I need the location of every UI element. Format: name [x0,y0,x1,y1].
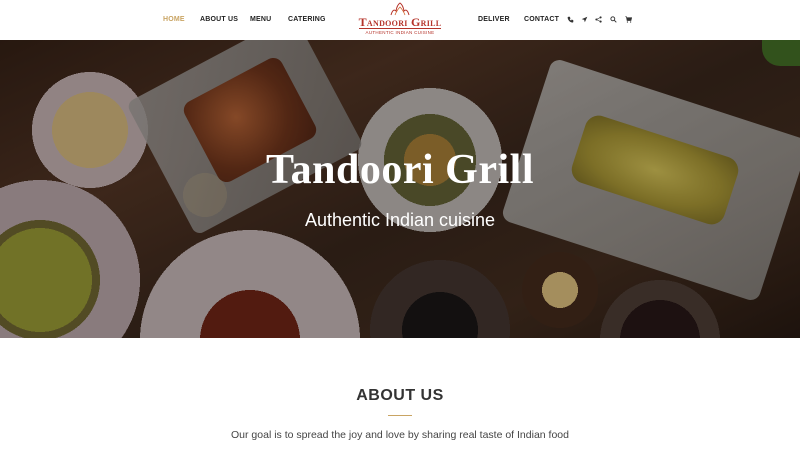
about-divider [388,415,412,416]
nav-catering[interactable]: CATERING [288,16,326,23]
site-header: HOME ABOUT US MENU CATERING Tandoori Gri… [0,0,800,40]
share-icon[interactable] [594,15,603,24]
flame-icon [390,2,410,16]
nav-menu[interactable]: MENU [250,16,271,23]
hero-title: Tandoori Grill [265,147,534,193]
hero-banner: Tandoori Grill Authentic Indian cuisine [0,40,800,338]
nav-deliver[interactable]: DELIVER [478,16,510,23]
site-logo[interactable]: Tandoori Grill AUTHENTIC INDIAN CUISINE [355,2,445,38]
phone-icon[interactable] [566,15,575,24]
about-title: ABOUT US [356,387,444,404]
nav-home[interactable]: HOME [163,16,185,23]
search-icon[interactable] [609,15,618,24]
nav-about-us[interactable]: ABOUT US [200,16,238,23]
nav-contact[interactable]: CONTACT [524,16,559,23]
about-text: Our goal is to spread the joy and love b… [231,429,569,441]
cart-icon[interactable] [624,15,633,24]
location-arrow-icon[interactable] [580,15,589,24]
logo-divider [359,28,441,29]
logo-tagline: AUTHENTIC INDIAN CUISINE [365,30,435,35]
hero-subtitle: Authentic Indian cuisine [304,210,496,230]
